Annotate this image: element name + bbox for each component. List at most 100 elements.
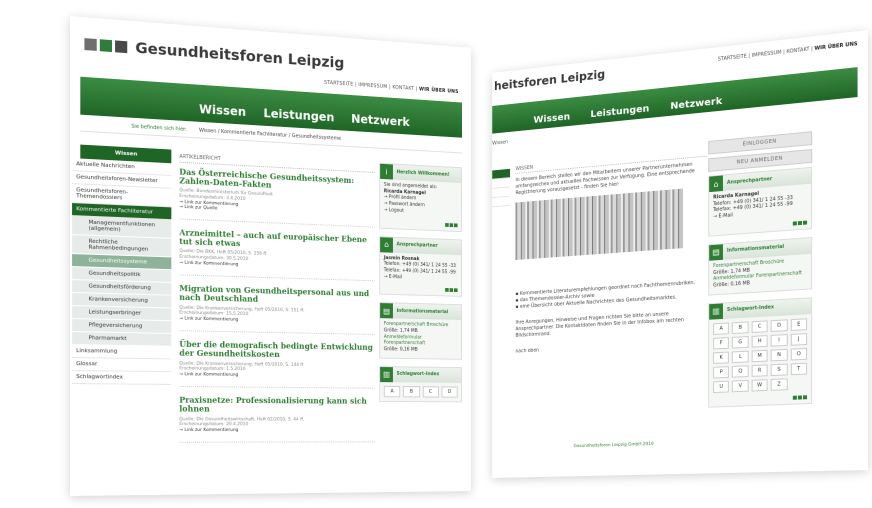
topnav-link-impressum[interactable]: IMPRESSUM (752, 50, 782, 59)
document-icon: ▤ (709, 244, 723, 261)
index-letter[interactable]: M (751, 349, 768, 362)
house-icon: ⌂ (380, 236, 393, 253)
list-item: Über die demografisch bedingte Entwicklu… (179, 339, 375, 389)
index-letter[interactable]: T (790, 362, 808, 375)
box-title: Ansprechpartner (396, 242, 438, 249)
topnav-link-kontakt[interactable]: KONTAKT (392, 85, 414, 92)
document-icon: ▤ (380, 303, 393, 319)
list-item: Arzneimittel – auch auf europäischer Ebe… (179, 227, 375, 282)
brand-name[interactable]: heitsforen Leipzig (494, 68, 605, 93)
box-title: Herzlich Willkommen! (396, 169, 450, 178)
site-logo[interactable]: Gesundheitsforen Leipzig (84, 35, 344, 72)
keyword-index-box: ▥ Schlagwort-Index A B C D E F G H I J K … (708, 296, 813, 408)
topnav-link-wir-ueber-uns[interactable]: WIR ÜBER UNS (419, 87, 458, 95)
top-nav: STARTSEITE | IMPRESSUM | KONTAKT | WIR Ü… (324, 79, 459, 95)
logo-square-icon (84, 38, 97, 51)
tab-wissen[interactable]: Wissen (533, 112, 570, 126)
index-letter[interactable]: J (790, 332, 808, 346)
index-letter[interactable]: I (770, 333, 788, 347)
article-title[interactable]: Über die demografisch bedingte Entwicklu… (179, 339, 374, 361)
info-material-box: ▤ Informationsmaterial Forenpartnerschaft… (379, 302, 463, 360)
index-letter[interactable]: V (732, 379, 749, 392)
box-title: Schlagwort-Index (396, 372, 440, 378)
box-title: Schlagwort-Index (726, 305, 775, 314)
tab-netzwerk[interactable]: Netzwerk (351, 112, 410, 129)
index-letter[interactable]: L (732, 350, 749, 363)
logo-square-icon (115, 40, 128, 54)
tab-netzwerk[interactable]: Netzwerk (670, 96, 722, 112)
index-letter[interactable]: R (751, 364, 768, 377)
tab-leistungen[interactable]: Leistungen (590, 104, 649, 120)
list-item: Migration von Gesundheitspersonal aus un… (179, 283, 375, 336)
index-letter[interactable]: Z (770, 377, 788, 391)
breadcrumb-label: Sie befinden sich hier: (131, 123, 187, 133)
footer-text: Gesundheitsforen Leipzig GmbH 2010 (573, 442, 654, 450)
content-area: WISSEN In diesem Bereich stellen wir den… (515, 148, 708, 358)
box-title: Ansprechpartner (726, 176, 773, 186)
index-letter[interactable]: G (732, 335, 749, 349)
index-letter[interactable]: O (790, 347, 808, 361)
list-item: Das Österreichische Gesundheitssystem: Z… (179, 167, 375, 228)
sidebar-item[interactable] (492, 196, 511, 208)
topnav-link-startseite[interactable]: STARTSEITE (324, 80, 353, 88)
right-page: heitsforen Leipzig STARTSEITE | IMPRESSU… (492, 30, 868, 478)
info-column: EINLOGGEN NEU ANMELDEN ⌂ Ansprechpartner … (708, 131, 813, 415)
breadcrumb-path[interactable]: Wissen / Kommentierte Fachliteratur / Ge… (199, 128, 341, 142)
tab-wissen[interactable]: Wissen (199, 102, 246, 119)
index-letter[interactable]: C (751, 320, 768, 333)
index-letter[interactable]: E (790, 317, 808, 331)
list-item: Praxisnetze: Professionalisierung kann s… (179, 395, 375, 444)
index-letter[interactable]: S (770, 363, 788, 376)
index-letter[interactable]: D (441, 386, 458, 398)
left-page: Gesundheitsforen Leipzig STARTSEITE | IM… (70, 16, 471, 496)
box-decoration (380, 285, 461, 297)
index-letter[interactable]: W (751, 378, 768, 392)
contact-box: ⌂ Ansprechpartner Ricarda Karnagel Telefo… (708, 166, 813, 237)
sidebar-nav (492, 168, 511, 208)
index-letter[interactable]: B (403, 385, 420, 398)
book-icon: ▥ (380, 366, 393, 383)
file-size: Größe: 0,16 MB (383, 347, 418, 353)
comment-link[interactable]: → Link zur Kommentierung (179, 373, 374, 380)
brand-name: Gesundheitsforen Leipzig (135, 38, 345, 72)
index-letter[interactable]: F (713, 336, 730, 350)
info-material-box: ▤ Informationsmaterial Forenpartnerschaft… (708, 236, 813, 296)
article-title[interactable]: Migration von Gesundheitspersonal aus un… (179, 283, 374, 307)
welcome-box: i Herzlich Willkommen! Sie sind angemelde… (379, 162, 463, 232)
bookshelf-image (515, 188, 683, 260)
article-title[interactable]: Praxisnetze: Professionalisierung kann s… (179, 395, 374, 415)
book-icon: ▥ (709, 303, 723, 320)
house-icon: ⌂ (709, 175, 723, 193)
topnav-link-wir-ueber-uns[interactable]: WIR ÜBER UNS (815, 41, 858, 52)
index-letter[interactable]: A (713, 322, 730, 335)
index-letter[interactable]: D (770, 318, 788, 332)
sidebar-item-schlagwortindex[interactable]: Schlagwortindex (72, 371, 172, 385)
logo-square-icon (99, 39, 113, 53)
top-nav: STARTSEITE | IMPRESSUM | KONTAKT | WIR Ü… (717, 41, 858, 63)
breadcrumb[interactable]: Wissen (492, 139, 508, 146)
index-letter[interactable]: A (383, 385, 401, 398)
index-letter[interactable]: K (713, 351, 730, 364)
box-title: Informationsmaterial (396, 308, 449, 315)
index-letter[interactable]: P (713, 365, 730, 379)
tab-leistungen[interactable]: Leistungen (263, 106, 334, 124)
article-list: ARTIKELBERICHT Das Österreichische Gesun… (179, 153, 375, 452)
info-icon: i (380, 163, 393, 180)
sidebar-nav: Wissen Aktuelle Nachrichten Gesundheitsf… (72, 144, 172, 385)
contact-box: ⌂ Ansprechpartner Jasmin Rosnak Telefon: … (379, 235, 463, 298)
index-letter[interactable]: B (732, 321, 749, 334)
sidebar-item-glossar[interactable]: Glossar (72, 358, 172, 373)
index-letter[interactable]: C (422, 386, 439, 398)
back-to-top-link[interactable]: nach oben (515, 339, 707, 355)
index-letter[interactable]: N (770, 348, 788, 362)
topnav-link-kontakt[interactable]: KONTAKT (786, 47, 809, 55)
index-letter[interactable]: U (713, 380, 730, 393)
outro-text: Ihre Anregungen, Hinweise und Fragen ric… (515, 311, 684, 339)
topnav-link-startseite[interactable]: STARTSEITE (718, 54, 747, 63)
index-letter[interactable]: Q (732, 364, 749, 378)
info-column: i Herzlich Willkommen! Sie sind angemelde… (379, 162, 463, 410)
topnav-link-impressum[interactable]: IMPRESSUM (358, 82, 387, 90)
keyword-index-box: ▥ Schlagwort-Index A B C D (379, 365, 463, 403)
index-letter[interactable]: H (751, 334, 768, 348)
comment-link[interactable]: → Link zur Kommentierung (179, 428, 374, 433)
